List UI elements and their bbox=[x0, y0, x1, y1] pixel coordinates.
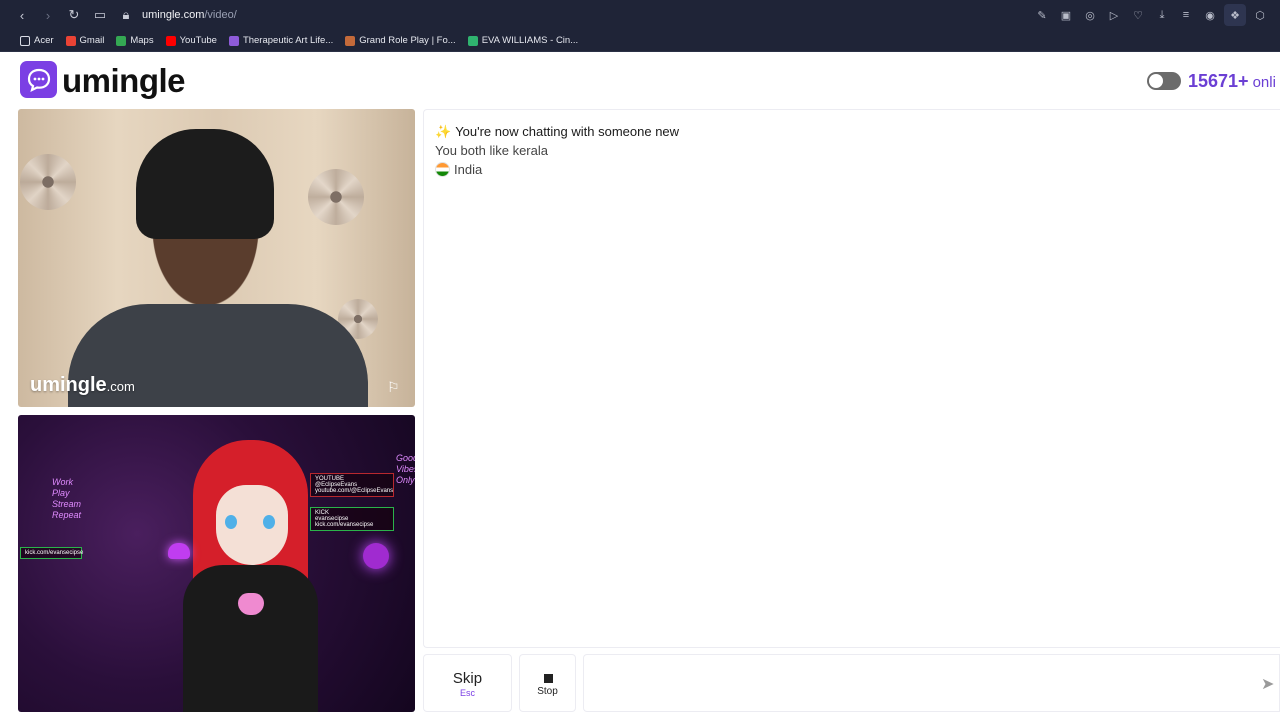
bookmark-grand-role-play[interactable]: Grand Role Play | Fo... bbox=[345, 35, 456, 46]
bookmark-therapeutic[interactable]: Therapeutic Art Life... bbox=[228, 35, 334, 46]
bookmark-youtube[interactable]: YouTube bbox=[165, 35, 217, 46]
lock-icon[interactable]: 🔒︎ bbox=[116, 5, 136, 25]
youtube-panel: YOUTUBE @EclipseEvans youtube.com/@Eclip… bbox=[310, 473, 394, 497]
bookmark-label: Acer bbox=[34, 35, 54, 46]
maps-icon bbox=[116, 35, 127, 46]
wallpaper-flower bbox=[20, 154, 76, 210]
download-icon[interactable]: ⤓ bbox=[1152, 5, 1172, 25]
browser-toolbar: ‹ › ↻ ▭ 🔒︎ umingle.com/video/ ✎ ▣ ◎ ▷ ♡ … bbox=[0, 0, 1280, 30]
site-icon bbox=[467, 35, 478, 46]
skip-label: Skip bbox=[452, 670, 483, 687]
stranger-beanie bbox=[136, 129, 274, 239]
chat-bubble-icon[interactable] bbox=[20, 61, 57, 98]
bookmarks-bar: Acer Gmail Maps YouTube Therapeutic Art … bbox=[0, 30, 1280, 52]
site-logo[interactable]: umingle bbox=[62, 61, 186, 101]
youtube-icon bbox=[165, 35, 176, 46]
avatar-body bbox=[183, 565, 318, 712]
stop-label: Stop bbox=[537, 686, 558, 697]
sparkle-icon: ✨ bbox=[435, 124, 452, 139]
browser-actions: ✎ ▣ ◎ ▷ ♡ ⤓ ≡ ◉ ❖ ⬡ bbox=[1032, 4, 1280, 26]
url-path: /video/ bbox=[204, 9, 237, 21]
online-count: 15671+ bbox=[1188, 71, 1249, 91]
skip-button[interactable]: Skip Esc bbox=[423, 654, 512, 712]
avatar-eye bbox=[263, 515, 275, 529]
bookmark-gmail[interactable]: Gmail bbox=[65, 35, 105, 46]
wallpaper-flower bbox=[308, 169, 364, 225]
chat-log: ✨ You're now chatting with someone new Yo… bbox=[423, 109, 1280, 648]
bookmark-label: YouTube bbox=[179, 35, 217, 46]
bookmark-label: Gmail bbox=[79, 35, 105, 46]
country-message: India bbox=[435, 161, 482, 179]
folder-icon bbox=[20, 35, 30, 46]
site-icon bbox=[228, 35, 239, 46]
india-flag-icon bbox=[435, 162, 450, 177]
theme-toggle[interactable] bbox=[1147, 72, 1181, 90]
send-icon[interactable]: ➤ bbox=[1261, 674, 1277, 693]
watermark-brand: umingle bbox=[30, 374, 107, 396]
neon-sign-left: Work Play Stream Repeat bbox=[52, 477, 82, 520]
profile-icon[interactable]: ◉ bbox=[1200, 5, 1220, 25]
site-header: umingle 15671+ onli bbox=[0, 53, 1280, 109]
avatar-heart bbox=[238, 593, 264, 615]
skip-shortcut: Esc bbox=[459, 688, 475, 698]
stop-button[interactable]: Stop bbox=[519, 654, 576, 712]
bookmark-label: EVA WILLIAMS - Cin... bbox=[481, 35, 579, 46]
browser-nav: ‹ › ↻ ▭ 🔒︎ bbox=[0, 5, 136, 25]
common-interest-message: You both like kerala bbox=[435, 143, 548, 158]
gmail-icon bbox=[65, 35, 76, 46]
cube-icon[interactable]: ⬡ bbox=[1250, 5, 1270, 25]
online-counter: 15671+ onli bbox=[1188, 70, 1276, 94]
butterfly-decoration bbox=[168, 543, 190, 559]
stranger-video: umingle.com ⚐ bbox=[18, 109, 415, 407]
forward-icon[interactable]: › bbox=[38, 5, 58, 25]
camera-icon[interactable]: ▣ bbox=[1056, 5, 1076, 25]
video-watermark: umingle.com bbox=[30, 374, 135, 397]
neon-sign-right: Good Vibes Only bbox=[396, 453, 415, 485]
avatar-eye bbox=[225, 515, 237, 529]
bookmark-maps[interactable]: Maps bbox=[116, 35, 154, 46]
online-label: onli bbox=[1252, 74, 1276, 91]
bookmark-label: Therapeutic Art Life... bbox=[242, 35, 334, 46]
bookmark-eva-williams[interactable]: EVA WILLIAMS - Cin... bbox=[467, 35, 579, 46]
heart-icon[interactable]: ♡ bbox=[1128, 5, 1148, 25]
bookmark-label: Maps bbox=[130, 35, 154, 46]
shield-icon[interactable]: ◎ bbox=[1080, 5, 1100, 25]
url-host: umingle.com bbox=[142, 9, 205, 21]
self-video: Work Play Stream Repeat Good Vibes Only … bbox=[18, 415, 415, 712]
tab-icon[interactable]: ▭ bbox=[90, 5, 110, 25]
kick-panel: KICK evansecipse kick.com/evansecipse bbox=[310, 507, 394, 531]
message-box: ➤ bbox=[583, 654, 1280, 712]
bookmark-label: Grand Role Play | Fo... bbox=[359, 35, 456, 46]
stop-icon bbox=[544, 674, 553, 683]
back-icon[interactable]: ‹ bbox=[12, 5, 32, 25]
message-text: India bbox=[454, 162, 483, 177]
message-text: You're now chatting with someone new bbox=[455, 124, 680, 139]
play-icon[interactable]: ▷ bbox=[1104, 5, 1124, 25]
moon-decoration bbox=[363, 543, 389, 569]
menu-icon[interactable]: ≡ bbox=[1176, 5, 1196, 25]
reload-icon[interactable]: ↻ bbox=[64, 5, 84, 25]
bookmark-acer[interactable]: Acer bbox=[20, 35, 54, 46]
extension-icon[interactable]: ❖ bbox=[1224, 4, 1246, 26]
message-input[interactable] bbox=[584, 655, 1279, 711]
system-message: ✨ You're now chatting with someone new bbox=[435, 123, 679, 141]
report-flag-icon[interactable]: ⚐ bbox=[387, 379, 405, 397]
edit-icon[interactable]: ✎ bbox=[1032, 5, 1052, 25]
site-icon bbox=[345, 35, 356, 46]
address-bar[interactable]: umingle.com/video/ bbox=[142, 9, 237, 21]
watermark-domain: .com bbox=[106, 379, 135, 394]
kick-panel-left: kick.com/evansecipse bbox=[20, 547, 83, 559]
